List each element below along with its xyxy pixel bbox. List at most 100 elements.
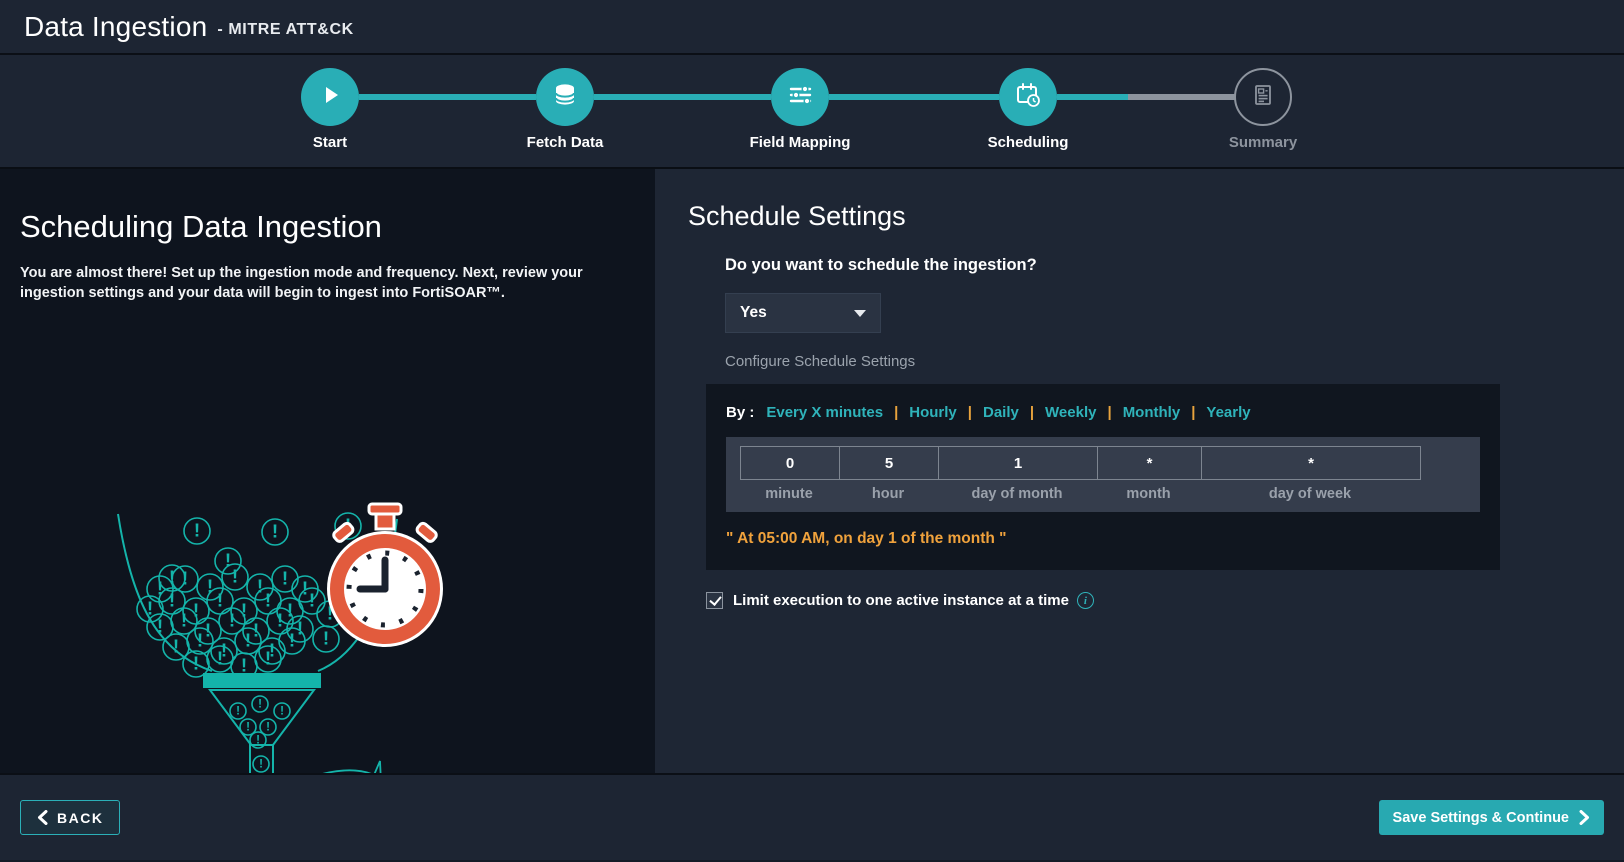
svg-text:!: ! [297,617,303,638]
step-label: Fetch Data [526,134,604,151]
dropdown-selected-value: Yes [740,304,767,321]
limit-execution-checkbox[interactable] [706,592,723,609]
freq-option-daily[interactable]: Daily [983,404,1019,421]
info-panel-title: Scheduling Data Ingestion [20,209,382,244]
freq-separator: | [1029,404,1035,421]
svg-text:!: ! [259,757,263,770]
freq-separator: | [1107,404,1112,421]
svg-text:!: ! [302,577,308,598]
svg-text:!: ! [258,697,262,710]
svg-text:!: ! [236,704,240,717]
cron-settings-panel: By : Every X minutes | Hourly | Daily | … [706,384,1500,570]
cron-day-of-week-input[interactable]: * [1201,446,1421,480]
step-circle [771,68,829,126]
freq-option-yearly[interactable]: Yearly [1206,404,1250,421]
wizard-footer: BACK Save Settings & Continue [0,773,1624,860]
page-subtitle: - MITRE ATT&CK [217,20,354,38]
cron-human-readable-description: " At 05:00 AM, on day 1 of the month " [726,530,1007,547]
info-panel: Scheduling Data Ingestion You are almost… [0,169,655,862]
step-label: Start [312,134,348,151]
svg-text:!: ! [280,704,284,717]
chevron-left-icon [38,810,48,825]
freq-separator: | [967,404,972,421]
step-circle [301,68,359,126]
schedule-settings-panel: Schedule Settings Do you want to schedul… [655,169,1624,773]
wizard-stepper: Start Fetch Data Field Mapping Schedulin… [0,55,1624,169]
cron-minute-input[interactable]: 0 [740,446,840,480]
svg-text:!: ! [217,647,223,668]
step-summary[interactable]: Summary [1178,68,1348,151]
step-fetch-data[interactable]: Fetch Data [480,68,650,151]
svg-text:!: ! [194,519,200,540]
freq-separator: | [1191,404,1196,421]
svg-text:!: ! [266,720,270,733]
svg-text:!: ! [272,520,278,541]
svg-text:!: ! [181,609,187,630]
cron-fields-strip: 0 5 1 * * minute hour day of month month… [726,437,1480,512]
step-circle [536,68,594,126]
svg-text:!: ! [157,615,163,636]
limit-execution-label: Limit execution to one active instance a… [733,592,1069,609]
info-panel-description: You are almost there! Set up the ingesti… [20,265,583,301]
svg-text:!: ! [265,647,271,668]
step-field-mapping[interactable]: Field Mapping [715,68,885,151]
document-icon [1249,81,1277,114]
svg-text:!: ! [309,589,315,610]
svg-text:!: ! [256,733,260,746]
chevron-right-icon [1579,810,1589,825]
page-title: Data Ingestion [24,10,208,42]
step-scheduling[interactable]: Scheduling [943,68,1113,151]
back-button[interactable]: BACK [20,800,121,835]
info-icon[interactable]: i [1076,592,1094,609]
back-button-label: BACK [57,809,104,826]
svg-text:!: ! [147,597,153,618]
chevron-down-icon [854,309,866,317]
step-circle [1234,68,1292,126]
freq-option-every-x-minutes[interactable]: Every X minutes [766,404,883,421]
cron-hour-input[interactable]: 5 [839,446,939,480]
svg-text:!: ! [246,720,250,733]
freq-option-monthly[interactable]: Monthly [1123,404,1181,421]
schedule-question-label: Do you want to schedule the ingestion? [725,256,1037,274]
svg-text:!: ! [323,627,329,648]
svg-text:!: ! [197,629,203,650]
main-content: Scheduling Data Ingestion You are almost… [0,169,1624,862]
freq-separator: | [894,404,899,421]
limit-execution-row: Limit execution to one active instance a… [706,592,1624,609]
freq-option-weekly[interactable]: Weekly [1045,404,1096,421]
svg-text:!: ! [169,589,175,610]
schedule-settings-title: Schedule Settings [688,201,906,231]
play-icon [317,82,343,113]
step-start[interactable]: Start [245,68,415,151]
cron-day-of-month-input[interactable]: 1 [938,446,1098,480]
svg-text:!: ! [173,635,179,656]
freq-option-hourly[interactable]: Hourly [909,404,957,421]
step-label: Field Mapping [749,134,851,151]
sliders-icon [787,81,814,113]
svg-text:!: ! [282,567,288,588]
page-header: Data Ingestion - MITRE ATT&CK [0,0,1624,55]
step-label: Summary [1228,134,1298,151]
svg-text:!: ! [217,589,223,610]
schedule-ingestion-dropdown[interactable]: Yes [725,293,881,333]
svg-text:!: ! [245,629,251,650]
svg-text:!: ! [229,609,235,630]
configure-schedule-label: Configure Schedule Settings [725,353,916,370]
save-button-label: Save Settings & Continue [1392,809,1569,826]
svg-text:!: ! [241,654,247,675]
step-label: Scheduling [987,134,1069,151]
calendar-clock-icon [1013,80,1043,115]
data-ingestion-illustration: !!!!!!!!!!!!!!!!!!!!!!!!!!!!!!!!!!!!!!!!… [0,499,620,862]
by-label: By : [726,404,755,421]
svg-text:!: ! [265,589,271,610]
save-settings-continue-button[interactable]: Save Settings & Continue [1378,800,1604,835]
database-icon [552,82,578,113]
cron-day-of-week-label: day of week [1268,486,1352,502]
cron-month-input[interactable]: * [1097,446,1202,480]
svg-text:!: ! [289,629,295,650]
cron-hour-label: hour [871,486,905,502]
frequency-selector: By : Every X minutes | Hourly | Daily | … [726,404,1480,421]
cron-minute-label: minute [765,486,813,502]
svg-text:!: ! [232,565,238,586]
svg-text:!: ! [193,652,199,673]
